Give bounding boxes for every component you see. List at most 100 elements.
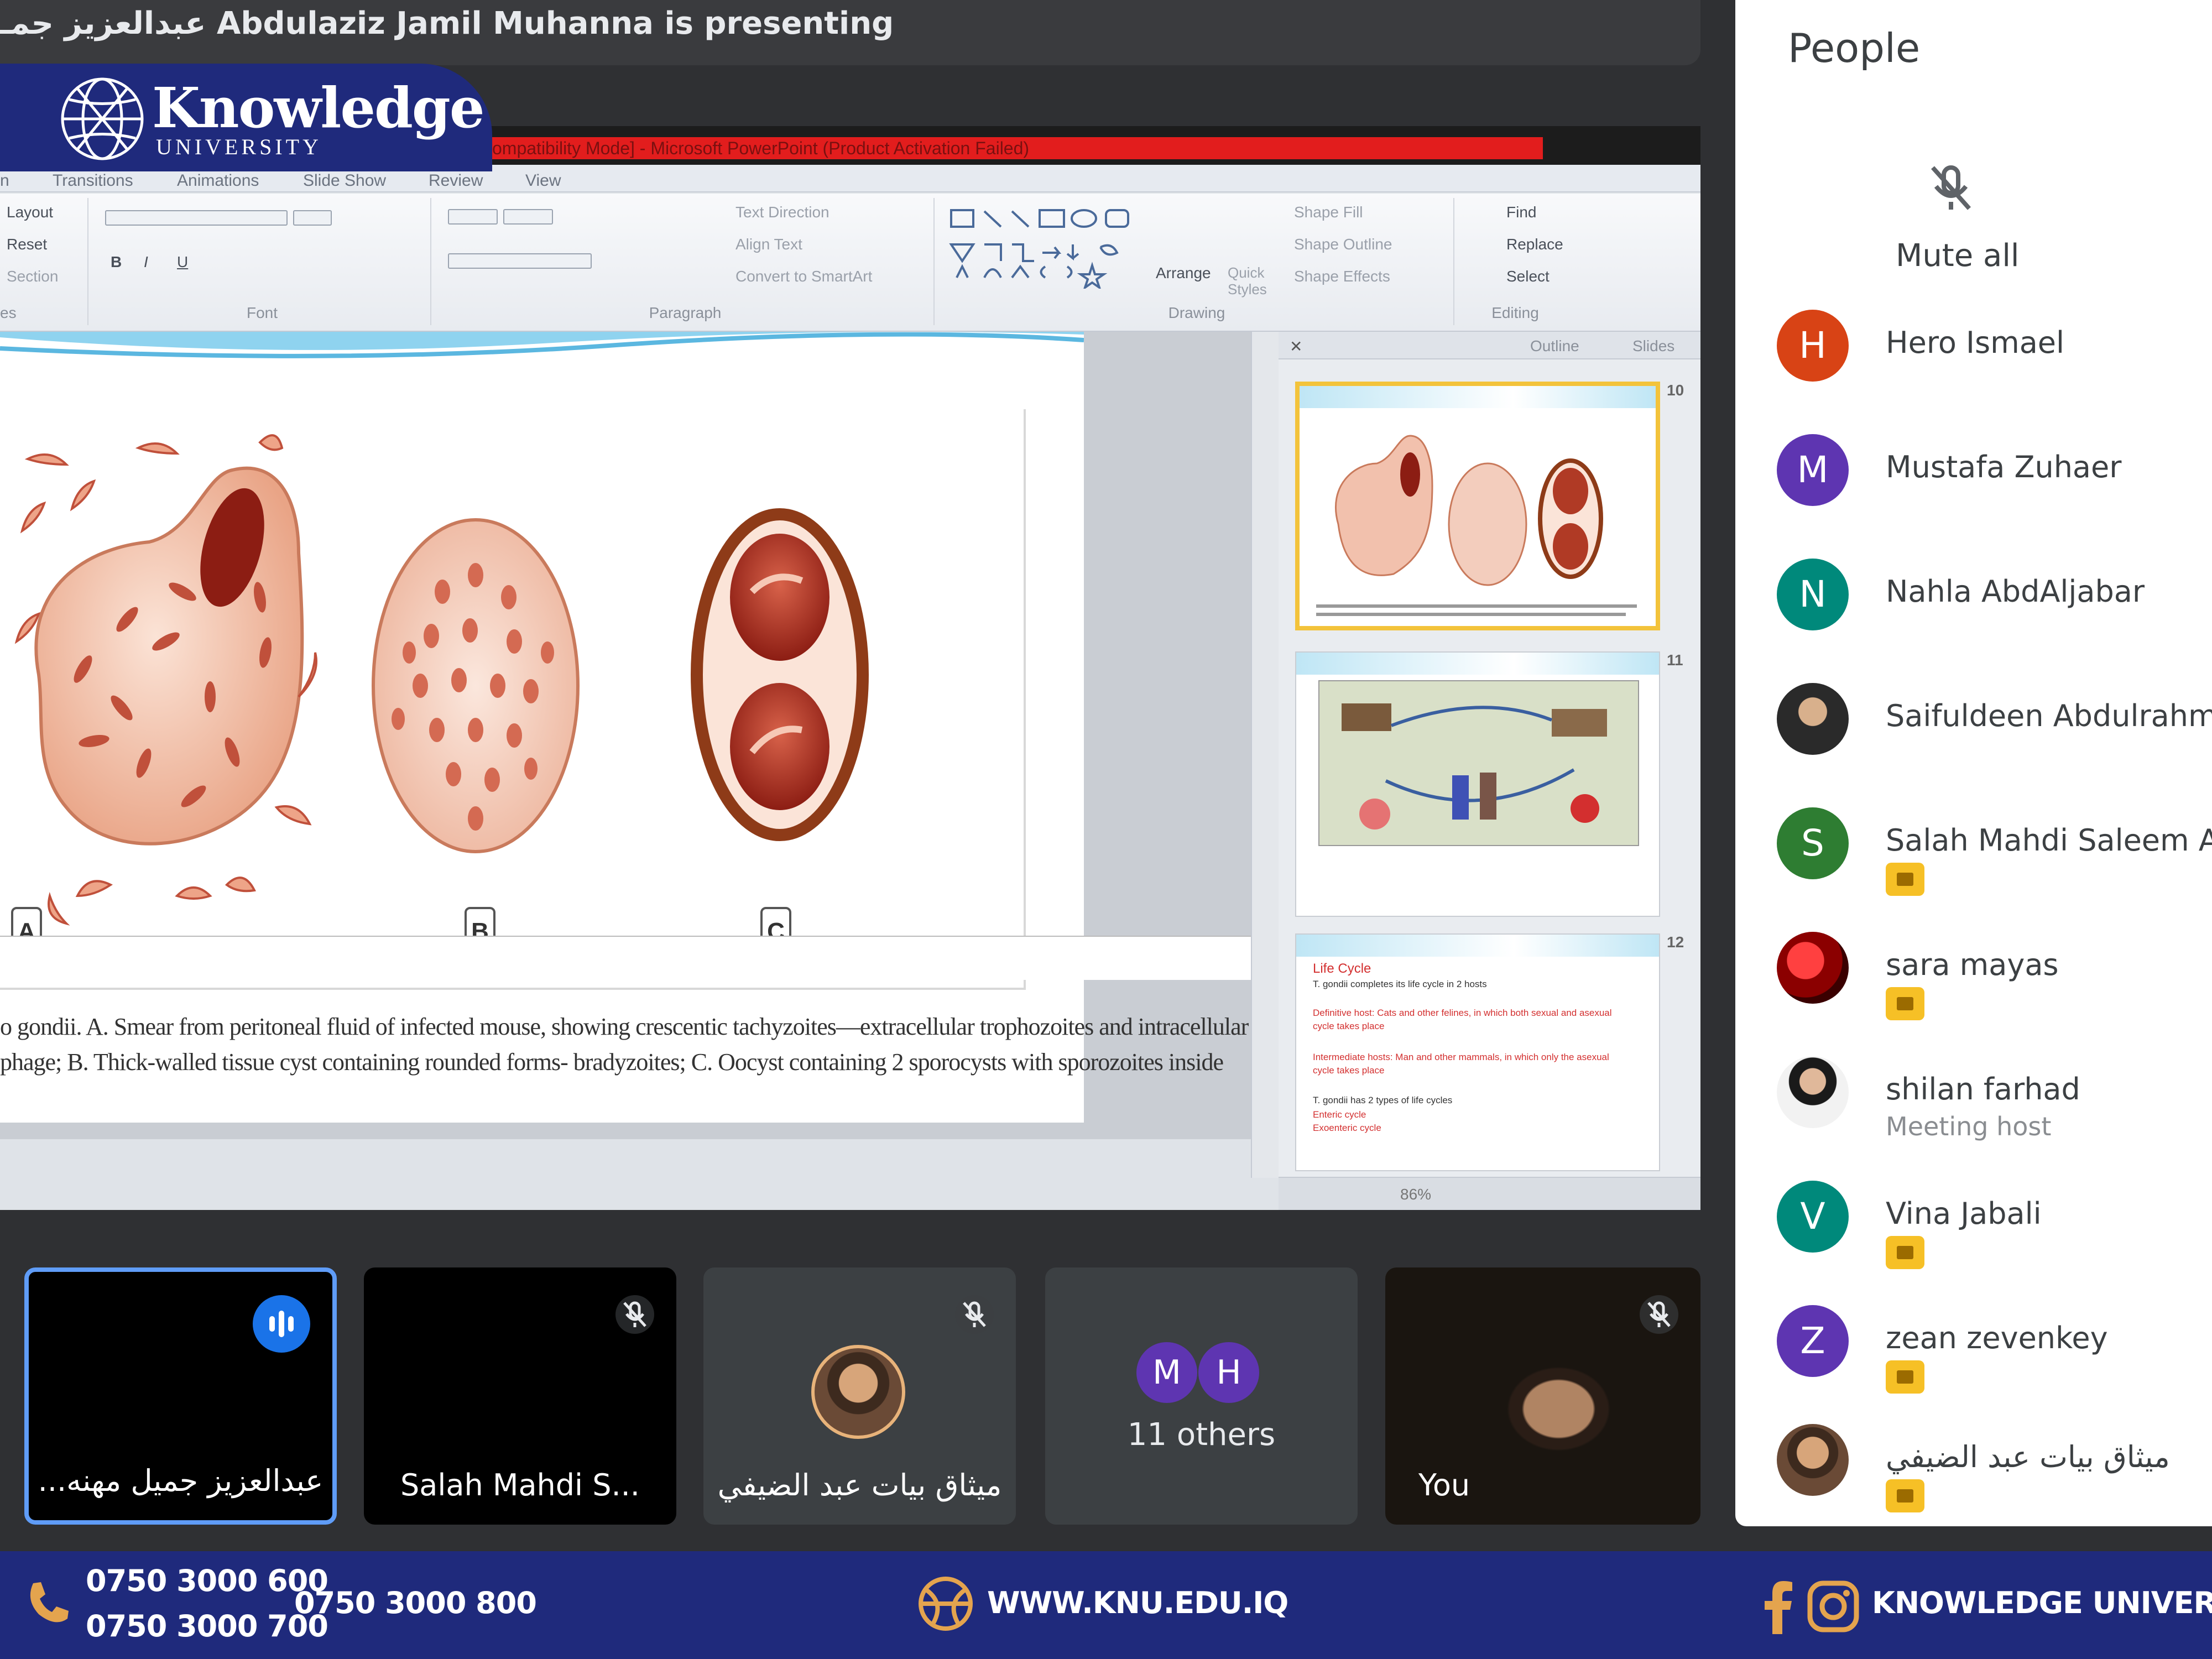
logo-subtitle: UNIVERSITY [156, 134, 322, 159]
reset-button[interactable]: Reset [7, 236, 47, 253]
avatar [1777, 932, 1849, 1004]
zoom-level[interactable]: 86% [1400, 1186, 1431, 1203]
meeting-host-label: Meeting host [1886, 1112, 2052, 1141]
numbering-button[interactable] [503, 209, 553, 225]
replace-button[interactable]: Replace [1506, 236, 1563, 253]
participant-row[interactable]: ميثاق بيات عبد الضيفي [1735, 1424, 2212, 1535]
participant-name: Salah Mahdi S... [400, 1468, 640, 1503]
tab-animations[interactable]: Animations [177, 171, 259, 190]
participant-row[interactable]: Z zean zevenkey [1735, 1305, 2212, 1416]
slide-header-wave [0, 332, 1084, 358]
arrange-button[interactable]: Arrange [1156, 264, 1211, 282]
participant-tile-you[interactable]: You [1385, 1267, 1700, 1525]
italic-button[interactable]: I [144, 253, 148, 271]
tab-review[interactable]: Review [429, 171, 483, 190]
slide-editing-area: A B C o gondii. A. Smear from peritoneal… [0, 332, 1251, 1139]
people-panel: People Mute all H Hero Ismael M Mustafa … [1735, 0, 2212, 1526]
section-button[interactable]: Section [7, 268, 58, 285]
participant-row[interactable]: sara mayas [1735, 932, 2212, 1042]
close-pane-icon[interactable]: ✕ [1290, 337, 1302, 356]
mute-all-icon[interactable] [1921, 158, 1981, 218]
tab-slides[interactable]: Slides [1632, 337, 1674, 355]
participant-row[interactable]: N Nahla AbdAljabar [1735, 559, 2212, 669]
current-slide[interactable]: A B C o gondii. A. Smear from peritoneal… [0, 332, 1249, 1123]
ribbon-group-drawing: Arrange Quick Styles Shape Fill Shape Ou… [940, 198, 1454, 325]
font-name-box[interactable] [105, 210, 288, 226]
align-buttons[interactable] [448, 253, 592, 269]
slide-thumbnail-10[interactable] [1295, 382, 1660, 630]
participant-tile-mithaq[interactable]: ميثاق بيات عبد الضيفي [703, 1267, 1016, 1525]
avatar: H [1777, 310, 1849, 382]
phone-number-3[interactable]: 0750 3000 800 [294, 1585, 537, 1620]
shapes-gallery-icon[interactable] [946, 206, 1145, 289]
tab-home[interactable]: n [0, 171, 9, 190]
phone-number-1[interactable]: 0750 3000 600 [86, 1563, 328, 1598]
quick-styles-button[interactable]: Quick Styles [1228, 264, 1272, 298]
avatar: H [1198, 1342, 1259, 1403]
speaking-indicator-icon [253, 1295, 310, 1353]
tab-transitions[interactable]: Transitions [53, 171, 133, 190]
toxoplasma-illustration [14, 434, 869, 926]
avatar: S [1777, 807, 1849, 879]
layout-button[interactable]: Layout [7, 204, 53, 221]
mute-all-button[interactable]: Mute all [1896, 238, 2019, 274]
slide-number-12: 12 [1667, 933, 1684, 951]
notes-pane[interactable] [0, 936, 1251, 980]
slide-vertical-scrollbar[interactable] [1251, 332, 1279, 1178]
social-handle[interactable]: KNOWLEDGE UNIVERSITY [1872, 1585, 2212, 1620]
presentation-badge-icon [1886, 1236, 1924, 1269]
ribbon-group-font: B I U Font [94, 198, 431, 325]
bold-button[interactable]: B [111, 253, 122, 271]
text-direction-button[interactable]: Text Direction [735, 204, 830, 221]
instagram-icon[interactable] [1806, 1579, 1861, 1634]
ppt-status-bar: 86% [1279, 1177, 1700, 1210]
avatar: Z [1777, 1305, 1849, 1377]
participant-name: You [1418, 1468, 1470, 1503]
avatar: N [1777, 559, 1849, 630]
avatar [1777, 1056, 1849, 1128]
participant-row[interactable]: V Vina Jabali [1735, 1181, 2212, 1291]
presentation-badge-icon [1886, 863, 1924, 896]
select-button[interactable]: Select [1506, 268, 1550, 285]
bullets-button[interactable] [448, 209, 498, 225]
logo-name: Knowledge [152, 75, 484, 140]
participant-tile-presenter[interactable]: ...عبدالعزيز جميل مهنه [24, 1267, 337, 1525]
slide-thumbnail-12[interactable]: Life Cycle T. gondii completes its life … [1295, 933, 1660, 1171]
participant-tile-others[interactable]: M H 11 others [1045, 1267, 1358, 1525]
facebook-icon[interactable] [1761, 1579, 1794, 1634]
slide-thumbnail-11[interactable] [1295, 651, 1660, 917]
phone-icon [30, 1582, 69, 1623]
shape-outline-button[interactable]: Shape Outline [1294, 236, 1392, 253]
ribbon-group-slides: Layout Reset Section es [0, 198, 88, 325]
knowledge-university-logo: Knowledge UNIVERSITY [0, 64, 492, 171]
life-cycle-diagram-thumbnail [1318, 680, 1639, 846]
presenting-text: عبدالعزيز جمـ Abdulaziz Jamil Muhanna is… [0, 6, 894, 41]
avatar [811, 1345, 905, 1439]
people-title: People [1788, 25, 1921, 71]
find-button[interactable]: Find [1506, 204, 1536, 221]
participant-row[interactable]: H Hero Ismael [1735, 310, 2212, 420]
phone-number-2[interactable]: 0750 3000 700 [86, 1609, 328, 1644]
shape-fill-button[interactable]: Shape Fill [1294, 204, 1363, 221]
presentation-badge-icon [1886, 987, 1924, 1020]
participant-row[interactable]: M Mustafa Zuhaer [1735, 434, 2212, 545]
convert-smartart-button[interactable]: Convert to SmartArt [735, 268, 872, 285]
align-text-button[interactable]: Align Text [735, 236, 802, 253]
website-link[interactable]: WWW.KNU.EDU.IQ [987, 1585, 1288, 1620]
tab-slide-show[interactable]: Slide Show [303, 171, 386, 190]
slide-number-10: 10 [1667, 382, 1684, 399]
avatar: M [1777, 434, 1849, 506]
participant-row[interactable]: Saifuldeen Abdulrahma [1735, 683, 2212, 794]
participant-row[interactable]: S Salah Mahdi Saleem Al- [1735, 807, 2212, 918]
tab-view[interactable]: View [525, 171, 561, 190]
participant-tile-salah[interactable]: Salah Mahdi S... [364, 1267, 676, 1525]
font-size-box[interactable] [293, 210, 332, 226]
mic-off-icon [955, 1295, 994, 1334]
participant-row[interactable]: shilan farhad Meeting host [1735, 1056, 2212, 1167]
shape-effects-button[interactable]: Shape Effects [1294, 268, 1390, 285]
participant-name: ...عبدالعزيز جميل مهنه [38, 1463, 324, 1498]
mic-off-icon [1640, 1295, 1678, 1334]
tab-outline[interactable]: Outline [1530, 337, 1579, 355]
underline-button[interactable]: U [177, 253, 188, 271]
avatar: V [1777, 1181, 1849, 1253]
